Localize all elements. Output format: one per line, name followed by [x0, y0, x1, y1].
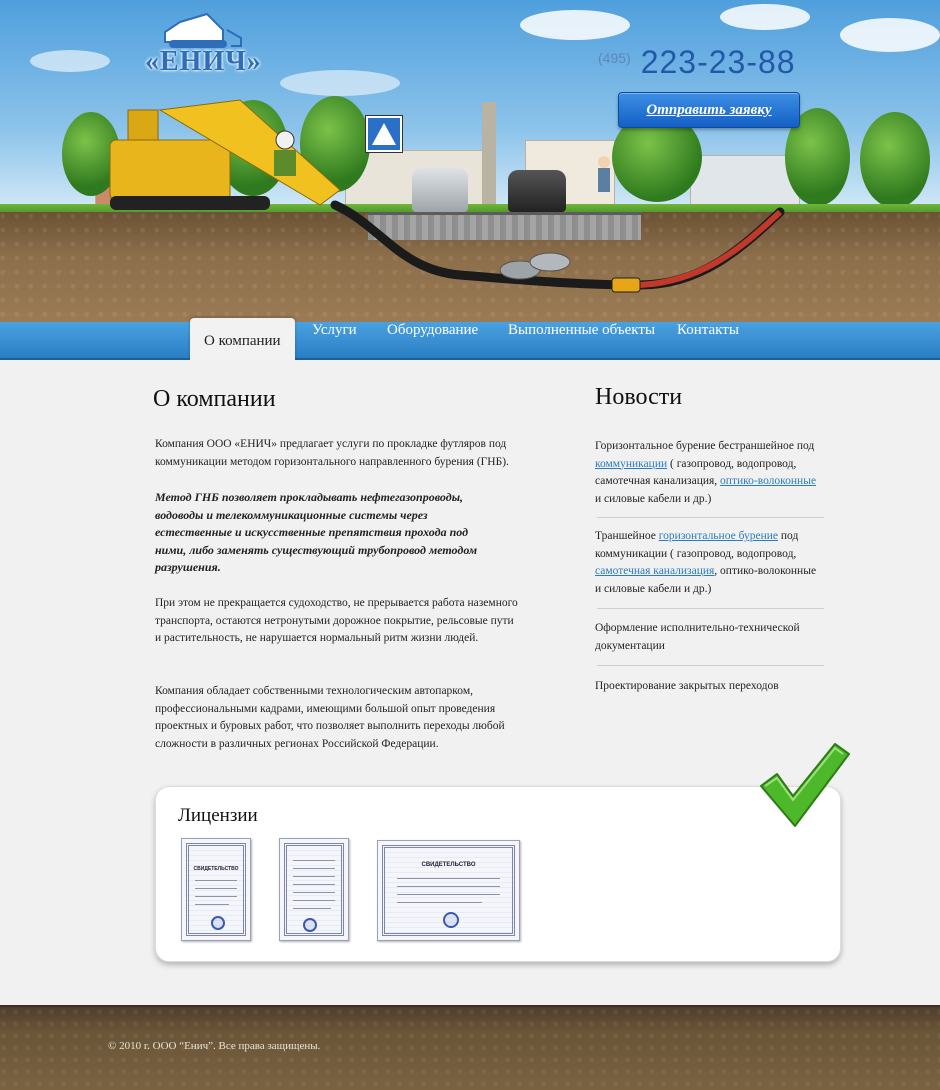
license-document-2[interactable]: [279, 838, 349, 941]
about-paragraph-2: Метод ГНБ позволяет прокладывать нефтега…: [155, 490, 478, 574]
logo-text: «ЕНИЧ»: [145, 46, 262, 77]
logo[interactable]: «ЕНИЧ»: [145, 10, 262, 77]
phone-number: (495) 223-23-88: [598, 44, 796, 81]
main-nav: О компании Услуги Оборудование Выполненн…: [0, 318, 940, 360]
pedestrian-crossing-sign: [366, 116, 402, 152]
nav-item-equipment[interactable]: Оборудование: [387, 322, 478, 360]
news-item: Проектирование закрытых переходов: [595, 680, 779, 692]
drilling-rig: [109, 99, 341, 210]
news-link-fiber[interactable]: оптико-волоконные: [720, 475, 816, 487]
news-divider: [597, 665, 824, 666]
pipe-segment: [529, 252, 571, 272]
news-item: Горизонтальное бурение бестраншейное под…: [595, 440, 817, 505]
about-paragraph-4: Компания обладает собственными технологи…: [155, 685, 505, 750]
page-title: О компании: [153, 386, 276, 412]
about-paragraph-1: Компания ООО «ЕНИЧ» предлагает услуги по…: [155, 438, 509, 468]
license-document-3[interactable]: СВИДЕТЕЛЬСТВО: [377, 840, 520, 941]
phone-code: (495): [598, 50, 631, 66]
nav-item-services[interactable]: Услуги: [312, 322, 357, 360]
send-request-button[interactable]: Отправить заявку: [618, 92, 800, 128]
news-title: Новости: [595, 384, 683, 410]
news-link-sewerage[interactable]: самотечная канализация: [595, 565, 714, 577]
bulldozer-icon: [164, 12, 242, 48]
news-divider: [597, 608, 824, 609]
copyright: © 2010 г. ООО “Енич”. Все права защищены…: [108, 1040, 321, 1052]
news-item: Оформление исполнительно-технической док…: [595, 622, 800, 652]
news-divider: [597, 517, 824, 518]
phone-digits: 223-23-88: [640, 44, 796, 80]
about-paragraph-3: При этом не прекращается судоходство, не…: [155, 597, 518, 644]
nav-item-about[interactable]: О компании: [190, 318, 295, 360]
news-item: Траншейное горизонтальное бурение под ко…: [595, 530, 817, 595]
header-banner: «ЕНИЧ» (495) 223-23-88 Отправить заявку: [0, 0, 940, 322]
nav-item-projects[interactable]: Выполненные объекты: [508, 322, 655, 360]
checkmark-icon: [760, 743, 850, 827]
news-link-communications[interactable]: коммуникации: [595, 458, 667, 470]
drill-head: [611, 277, 641, 293]
licenses-title: Лицензии: [178, 805, 258, 826]
new-pipe: [639, 209, 783, 288]
news-link-horizontal-drilling[interactable]: горизонтальное бурение: [659, 530, 778, 542]
drilling-scene: [109, 99, 785, 293]
nav-item-contacts[interactable]: Контакты: [677, 322, 739, 360]
drill-pipe: [330, 200, 785, 290]
license-document-1[interactable]: СВИДЕТЕЛЬСТВО: [181, 838, 251, 941]
worker: [598, 156, 610, 168]
